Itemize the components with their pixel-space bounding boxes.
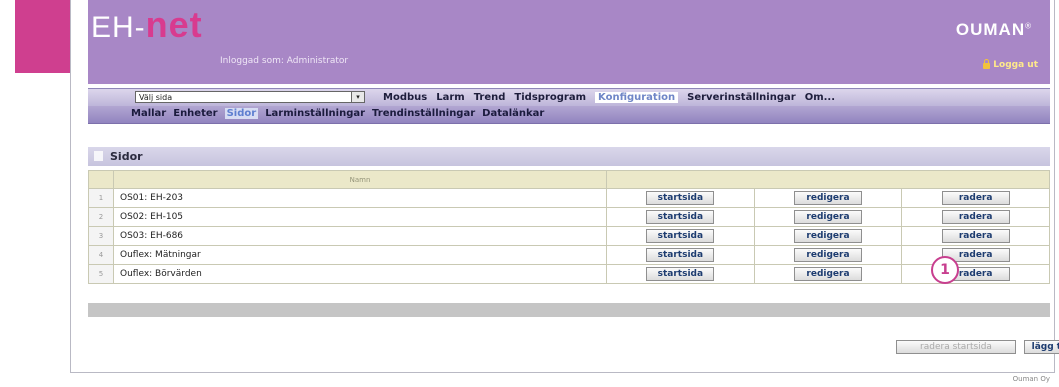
edit-cell: redigera	[753, 188, 903, 208]
table-row: 5 Ouflex: Börvärden startsida redigera rader…	[88, 264, 1050, 284]
row-name: OS01: EH-203	[113, 188, 607, 208]
row-name: Ouflex: Börvärden	[113, 264, 607, 284]
logout-link[interactable]: Logga ut	[983, 59, 1038, 70]
subnav-item-larminst-llningar[interactable]: Larminställningar	[265, 108, 365, 119]
nav-item-serverinst-llningar[interactable]: Serverinställningar	[687, 92, 796, 103]
logo-main: net	[145, 4, 203, 45]
brand-mark: ®	[1025, 21, 1032, 31]
add-button[interactable]: lägg till	[1024, 340, 1059, 354]
panel-icon	[94, 151, 103, 161]
delete-cell: radera	[901, 245, 1050, 265]
subnav-item-enheter[interactable]: Enheter	[173, 108, 217, 119]
start-page-button[interactable]: startsida	[646, 267, 715, 281]
subnav-item-trendinst-llningar[interactable]: Trendinställningar	[372, 108, 475, 119]
page-select[interactable]: Välj sida ▾	[135, 91, 365, 103]
start-page-button[interactable]: startsida	[646, 248, 715, 262]
start-page-button[interactable]: startsida	[646, 210, 715, 224]
logo-prefix: EH-	[91, 11, 146, 44]
nav-item-tidsprogram[interactable]: Tidsprogram	[514, 92, 586, 103]
table-footer	[88, 303, 1050, 317]
subnav-item-datal-nkar[interactable]: Datalänkar	[482, 108, 544, 119]
start-cell: startsida	[606, 207, 755, 227]
actions-header	[606, 170, 1050, 189]
brand-text: OUMAN	[955, 20, 1026, 39]
pink-accent-strip	[15, 0, 70, 73]
row-number: 5	[88, 264, 114, 284]
delete-button[interactable]: radera	[941, 191, 1010, 205]
delete-button[interactable]: radera	[941, 210, 1010, 224]
panel-title: Sidor	[110, 150, 143, 163]
pages-table: Namn 1 OS01: EH-203 startsida redigera rader…	[88, 170, 1050, 284]
edit-cell: redigera	[753, 226, 903, 246]
nav-item-modbus[interactable]: Modbus	[383, 92, 427, 103]
num-header	[88, 170, 114, 189]
remove-start-button[interactable]: radera startsida	[896, 340, 1016, 354]
start-page-button[interactable]: startsida	[646, 229, 715, 243]
row-number: 2	[88, 207, 114, 227]
start-cell: startsida	[606, 226, 755, 246]
row-number: 4	[88, 245, 114, 265]
nav-item-konfiguration[interactable]: Konfiguration	[595, 92, 679, 103]
lock-icon	[983, 59, 991, 69]
start-page-button[interactable]: startsida	[646, 191, 715, 205]
table-row: 4 Ouflex: Mätningar startsida redigera rader…	[88, 245, 1050, 265]
edit-cell: redigera	[753, 245, 903, 265]
logout-label: Logga ut	[993, 60, 1038, 70]
name-header: Namn	[113, 170, 607, 189]
edit-cell: redigera	[753, 264, 903, 284]
panel-header: Sidor	[88, 147, 1050, 166]
delete-cell: radera	[901, 264, 1050, 284]
nav-item-om[interactable]: Om...	[805, 92, 835, 103]
edit-button[interactable]: redigera	[793, 191, 862, 205]
footer-text: Ouman Oy	[1012, 375, 1050, 383]
delete-cell: radera	[901, 188, 1050, 208]
row-name: OS02: EH-105	[113, 207, 607, 227]
nav-item-larm[interactable]: Larm	[436, 92, 464, 103]
edit-button[interactable]: redigera	[793, 248, 862, 262]
row-number: 1	[88, 188, 114, 208]
page-select-value: Välj sida	[139, 93, 173, 102]
chevron-down-icon[interactable]: ▾	[351, 92, 364, 102]
logged-in-text: Inloggad som: Administrator	[220, 56, 349, 66]
delete-cell: radera	[901, 226, 1050, 246]
start-cell: startsida	[606, 245, 755, 265]
delete-button[interactable]: radera	[941, 229, 1010, 243]
callout-badge: 1	[931, 256, 959, 284]
sub-menu: Mallar Enheter Sidor Larminställningar Trend…	[131, 108, 544, 119]
main-menu: Modbus Larm Trend Tidsprogram Konfiguration S…	[383, 92, 835, 103]
row-number: 3	[88, 226, 114, 246]
bottom-actions: radera startsida lägg till	[896, 340, 1059, 354]
subnav-item-mallar[interactable]: Mallar	[131, 108, 166, 119]
start-cell: startsida	[606, 264, 755, 284]
app-frame: EH-net Inloggad som: Administrator OUMAN…	[70, 0, 1059, 373]
sub-nav: Mallar Enheter Sidor Larminställningar Trend…	[88, 106, 1050, 124]
table-row: 1 OS01: EH-203 startsida redigera radera	[88, 188, 1050, 208]
edit-cell: redigera	[753, 207, 903, 227]
header: EH-net Inloggad som: Administrator OUMAN…	[88, 0, 1050, 84]
subnav-item-sidor[interactable]: Sidor	[224, 108, 259, 119]
row-name: Ouflex: Mätningar	[113, 245, 607, 265]
nav-item-trend[interactable]: Trend	[474, 92, 506, 103]
edit-button[interactable]: redigera	[793, 267, 862, 281]
delete-cell: radera	[901, 207, 1050, 227]
eh-net-logo: EH-net	[91, 4, 203, 46]
table-row: 2 OS02: EH-105 startsida redigera radera	[88, 207, 1050, 227]
start-cell: startsida	[606, 188, 755, 208]
row-name: OS03: EH-686	[113, 226, 607, 246]
main-nav: Välj sida ▾ Modbus Larm Trend Tidsprogram Ko…	[88, 88, 1050, 107]
ouman-brand: OUMAN®	[956, 20, 1032, 40]
table-row: 3 OS03: EH-686 startsida redigera radera	[88, 226, 1050, 246]
edit-button[interactable]: redigera	[793, 210, 862, 224]
edit-button[interactable]: redigera	[793, 229, 862, 243]
